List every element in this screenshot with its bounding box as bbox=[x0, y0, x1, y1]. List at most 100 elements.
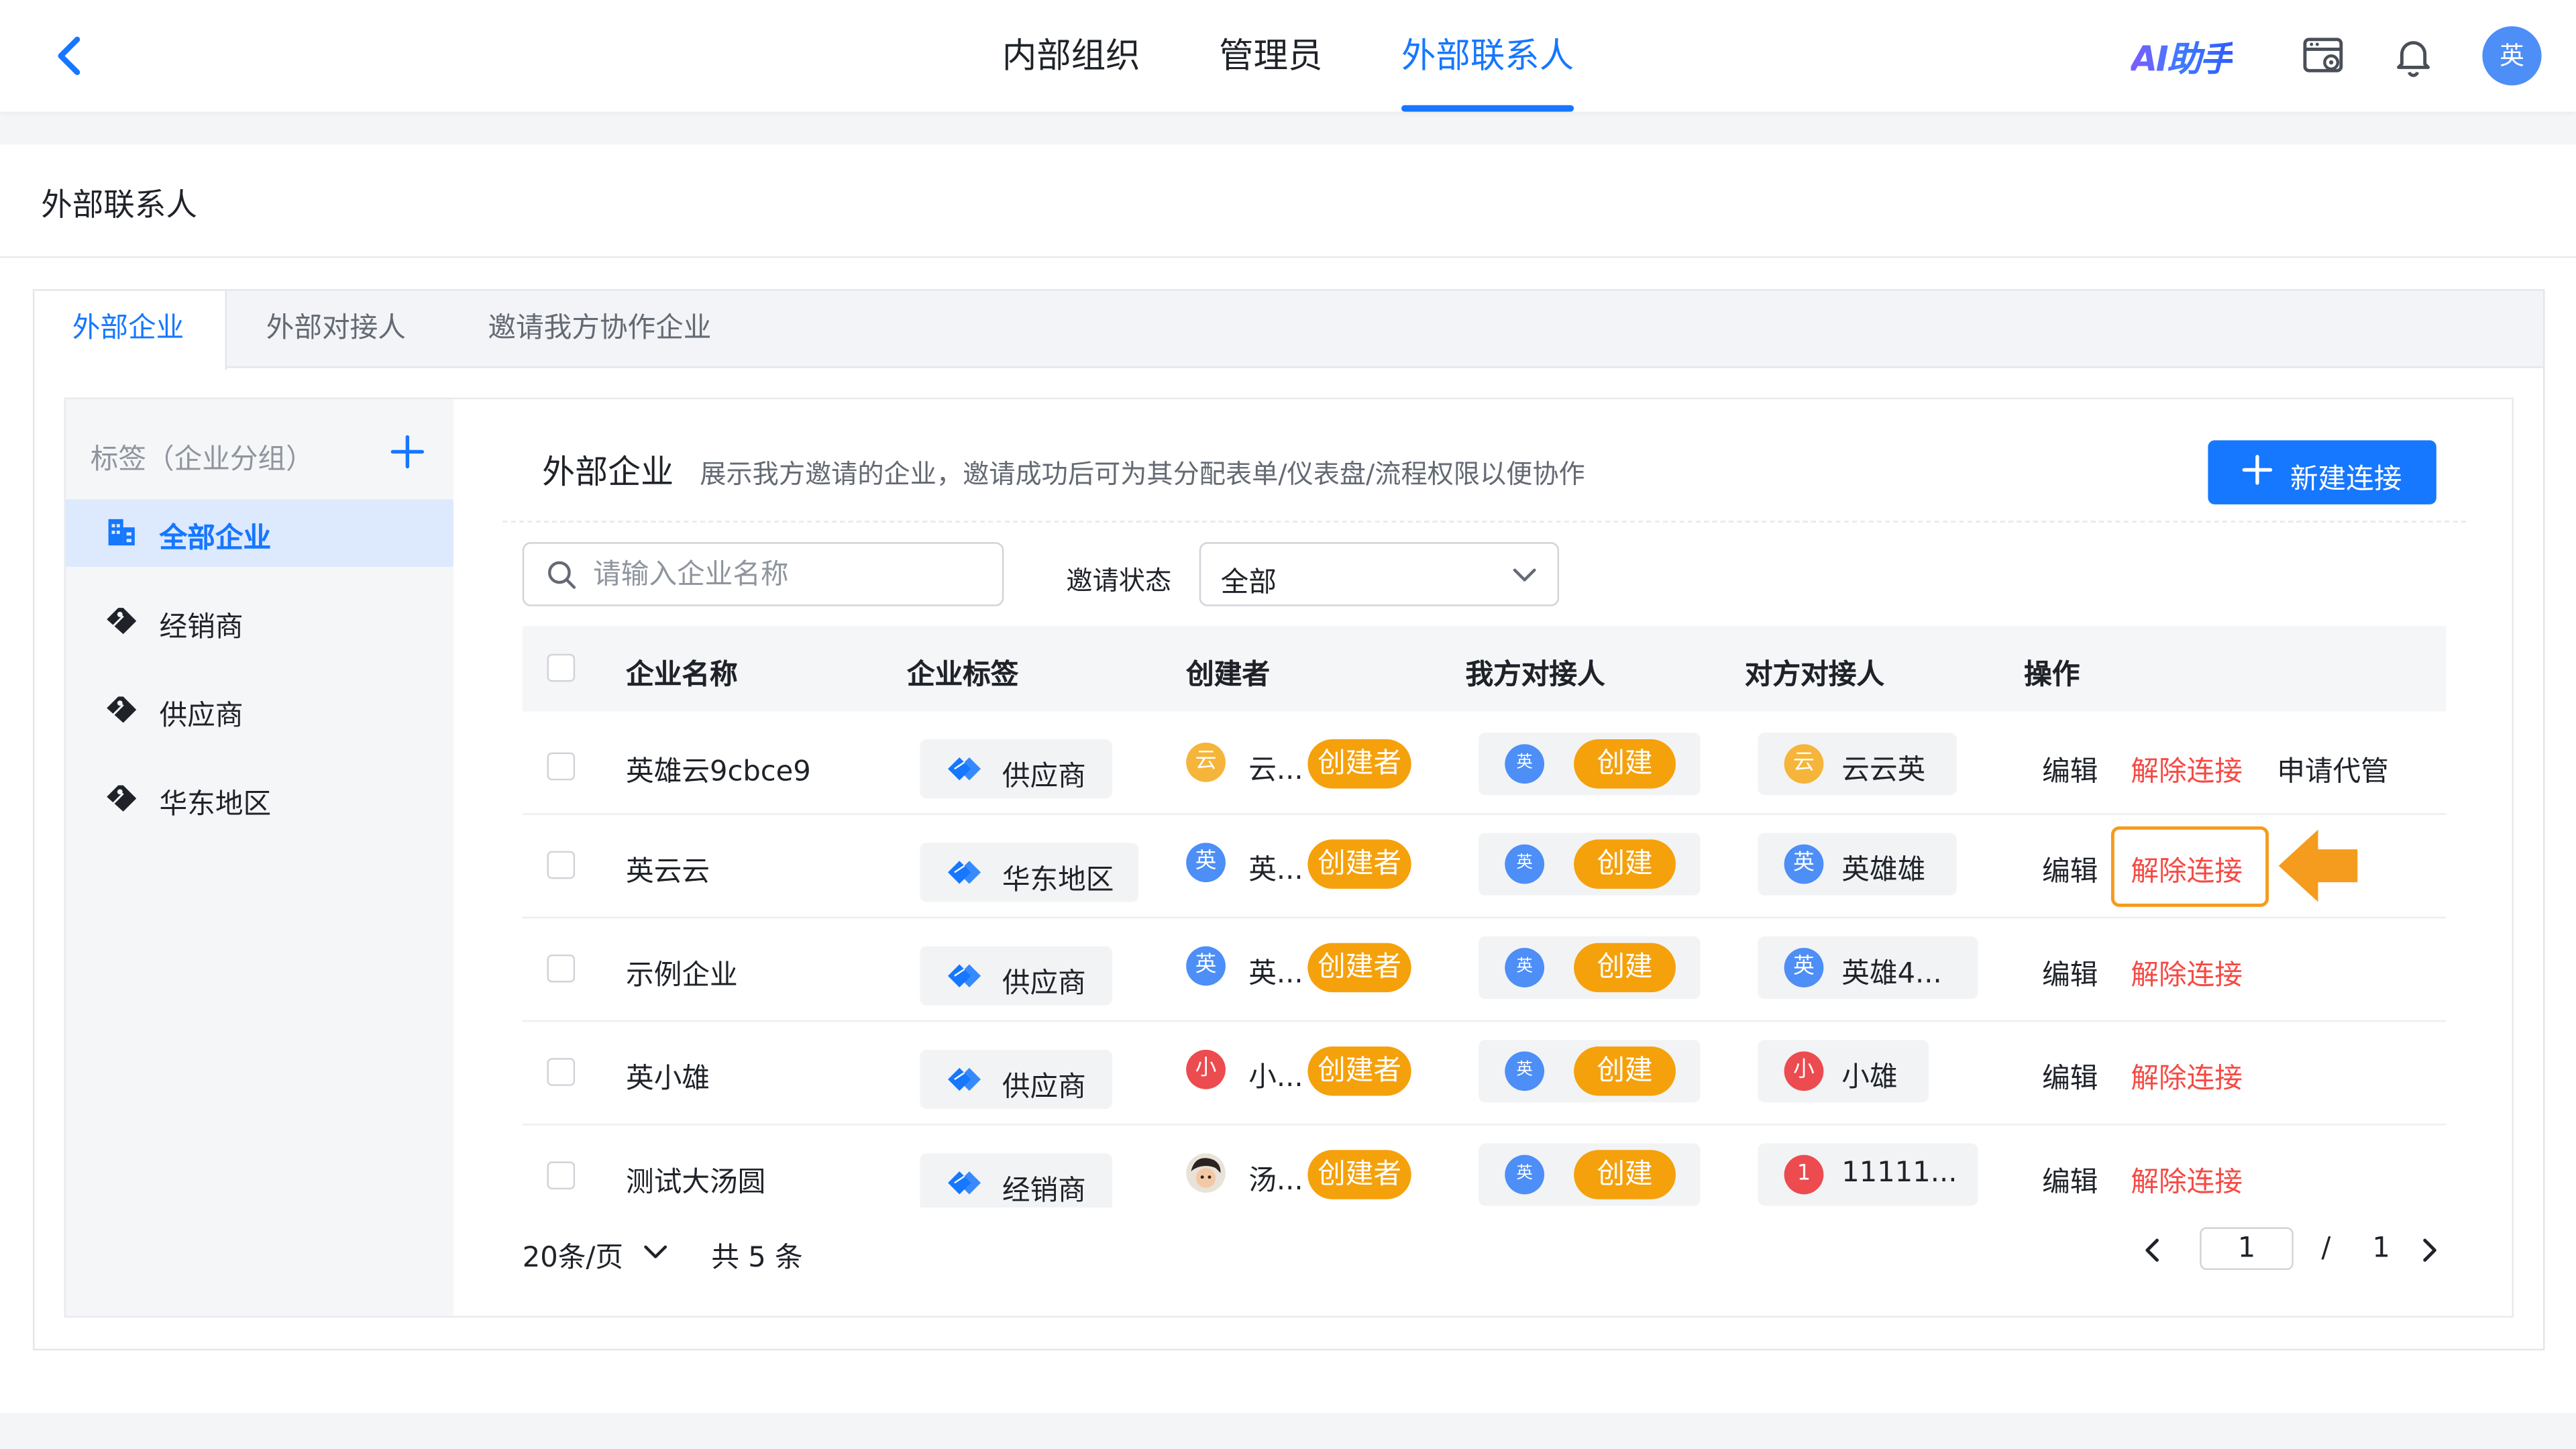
company-tag: 经销商 bbox=[920, 1153, 1112, 1208]
our-contact-cell: 英 创建 bbox=[1479, 733, 1701, 796]
nav-internal-org[interactable]: 内部组织 bbox=[1002, 0, 1140, 112]
creator-name: 英... bbox=[1248, 957, 1303, 991]
company-tag: 供应商 bbox=[920, 739, 1112, 799]
row-checkbox[interactable] bbox=[547, 1161, 576, 1190]
tag-icon bbox=[107, 785, 137, 812]
their-contact-name: 云云英 bbox=[1841, 754, 1926, 788]
row-checkbox[interactable] bbox=[547, 1058, 576, 1086]
edit-link[interactable]: 编辑 bbox=[2042, 1159, 2098, 1199]
add-tag-icon[interactable] bbox=[388, 432, 427, 472]
select-all-checkbox[interactable] bbox=[547, 653, 576, 682]
creator-avatar: 英 bbox=[1186, 946, 1226, 986]
dashed-divider bbox=[502, 521, 2466, 523]
top-nav: 内部组织 管理员 外部联系人 bbox=[1002, 0, 1653, 112]
creator-badge: 创建者 bbox=[1307, 1046, 1411, 1096]
our-contact-cell: 英 创建 bbox=[1479, 833, 1701, 896]
unlink-link[interactable]: 解除连接 bbox=[2131, 951, 2243, 992]
table-row: 示例企业 供应商 英 英... 创建者 英 创建 英 英雄4... 编辑 解除连… bbox=[522, 918, 2447, 1022]
invite-status-value: 全部 bbox=[1220, 566, 1277, 600]
tag-sidebar: 标签（企业分组） 全部企业 经销商 供应商 华东地区 bbox=[65, 399, 453, 1316]
creator-badge: 创建者 bbox=[1307, 943, 1411, 993]
creator-badge: 创建者 bbox=[1307, 739, 1411, 789]
page-size-select[interactable]: 20条/页 bbox=[523, 1234, 667, 1275]
company-name: 英小雄 bbox=[626, 1063, 710, 1096]
creator-name: 云... bbox=[1248, 754, 1303, 788]
edit-link[interactable]: 编辑 bbox=[2042, 747, 2098, 789]
company-name: 英雄云9cbce9 bbox=[626, 755, 811, 789]
their-contact-name: 11111... bbox=[1841, 1157, 1957, 1190]
their-contact-cell: 1 11111... bbox=[1758, 1143, 1978, 1206]
unlink-link[interactable]: 解除连接 bbox=[2131, 1159, 2243, 1199]
nav-external-contacts[interactable]: 外部联系人 bbox=[1401, 0, 1574, 112]
sidebar-item-supplier[interactable]: 供应商 bbox=[66, 677, 453, 744]
table-row: 英小雄 供应商 小 小... 创建者 英 创建 小 小雄 编辑 解除连接 bbox=[522, 1022, 2447, 1126]
bell-icon[interactable] bbox=[2390, 33, 2436, 79]
col-company-name: 企业名称 bbox=[626, 659, 738, 692]
company-name: 示例企业 bbox=[626, 959, 738, 993]
tag-label: 供应商 bbox=[1002, 760, 1086, 794]
tab-bar: 外部企业 外部对接人 邀请我方协作企业 bbox=[34, 290, 2544, 370]
their-contact-cell: 英 英雄4... bbox=[1758, 936, 1978, 999]
our-contact-cell: 英 创建 bbox=[1479, 936, 1701, 999]
unlink-link[interactable]: 解除连接 bbox=[2131, 747, 2243, 789]
chevron-down-icon bbox=[644, 1245, 667, 1258]
row-checkbox[interactable] bbox=[547, 954, 576, 983]
top-bar: 内部组织 管理员 外部联系人 AI助手 英 bbox=[0, 0, 2576, 112]
invite-status-select[interactable]: 全部 bbox=[1199, 542, 1560, 606]
back-arrow-icon[interactable] bbox=[46, 30, 93, 82]
sidebar-item-east-china[interactable]: 华东地区 bbox=[66, 765, 453, 833]
content-panel: 标签（企业分组） 全部企业 经销商 供应商 华东地区 外部企业 展示我方邀请的企… bbox=[64, 397, 2514, 1318]
col-actions: 操作 bbox=[2024, 659, 2080, 692]
col-our-contact: 我方对接人 bbox=[1465, 659, 1605, 692]
tag-icon bbox=[948, 861, 981, 884]
page-total: 1 bbox=[2372, 1232, 2390, 1265]
our-contact-cell: 英 创建 bbox=[1479, 1143, 1701, 1206]
our-contact-badge: 创建 bbox=[1574, 839, 1676, 889]
request-proxy-link[interactable]: 申请代管 bbox=[2277, 747, 2389, 789]
page-title: 外部联系人 bbox=[41, 187, 197, 224]
plus-icon bbox=[2242, 455, 2273, 485]
edit-link[interactable]: 编辑 bbox=[2042, 848, 2098, 889]
chevron-left-icon[interactable] bbox=[2136, 1234, 2169, 1267]
company-search[interactable] bbox=[522, 542, 1004, 606]
table-body: 英雄云9cbce9 供应商 云 云... 创建者 英 创建 云 云云英 编辑 解… bbox=[522, 711, 2447, 1208]
ai-assistant-button[interactable]: AI助手 bbox=[2131, 33, 2234, 82]
creator-name: 英... bbox=[1248, 854, 1303, 888]
table-row: 英雄云9cbce9 供应商 云 云... 创建者 英 创建 云 云云英 编辑 解… bbox=[522, 711, 2447, 815]
company-tag: 供应商 bbox=[920, 946, 1112, 1006]
our-contact-avatar: 英 bbox=[1505, 844, 1545, 884]
chevron-right-icon[interactable] bbox=[2414, 1234, 2447, 1267]
sidebar-item-label: 全部企业 bbox=[159, 522, 272, 555]
col-creator: 创建者 bbox=[1186, 659, 1271, 692]
creator-name: 汤... bbox=[1248, 1165, 1303, 1198]
tab-invite-partners[interactable]: 邀请我方协作企业 bbox=[488, 290, 711, 368]
tab-external-contacts[interactable]: 外部对接人 bbox=[266, 290, 406, 368]
sidebar-item-dealer[interactable]: 经销商 bbox=[66, 588, 453, 655]
creator-name: 小... bbox=[1248, 1061, 1303, 1095]
edit-link[interactable]: 编辑 bbox=[2042, 951, 2098, 992]
tab-external-companies[interactable]: 外部企业 bbox=[34, 290, 227, 370]
our-contact-badge: 创建 bbox=[1574, 943, 1676, 993]
page-number-input[interactable]: 1 bbox=[2200, 1227, 2294, 1271]
unlink-link[interactable]: 解除连接 bbox=[2131, 848, 2243, 889]
app-settings-icon[interactable] bbox=[2300, 33, 2347, 79]
edit-link[interactable]: 编辑 bbox=[2042, 1055, 2098, 1095]
our-contact-badge: 创建 bbox=[1574, 739, 1676, 789]
their-contact-avatar: 小 bbox=[1784, 1051, 1824, 1091]
sidebar-item-label: 华东地区 bbox=[159, 788, 272, 822]
company-name: 测试大汤圆 bbox=[626, 1166, 766, 1199]
their-contact-avatar: 云 bbox=[1784, 744, 1824, 784]
new-connection-button[interactable]: 新建连接 bbox=[2208, 440, 2436, 504]
section-description: 展示我方邀请的企业，邀请成功后可为其分配表单/仪表盘/流程权限以便协作 bbox=[700, 458, 1585, 490]
sidebar-item-all-companies[interactable]: 全部企业 bbox=[65, 499, 453, 567]
our-contact-cell: 英 创建 bbox=[1479, 1040, 1701, 1103]
tag-icon bbox=[948, 757, 981, 781]
nav-admin[interactable]: 管理员 bbox=[1219, 0, 1322, 112]
search-input[interactable] bbox=[593, 553, 987, 596]
row-checkbox[interactable] bbox=[547, 851, 576, 879]
user-avatar[interactable]: 英 bbox=[2482, 26, 2542, 86]
unlink-link[interactable]: 解除连接 bbox=[2131, 1055, 2243, 1095]
row-checkbox[interactable] bbox=[547, 752, 576, 781]
their-contact-cell: 云 云云英 bbox=[1758, 733, 1957, 796]
col-company-tag: 企业标签 bbox=[906, 659, 1019, 692]
